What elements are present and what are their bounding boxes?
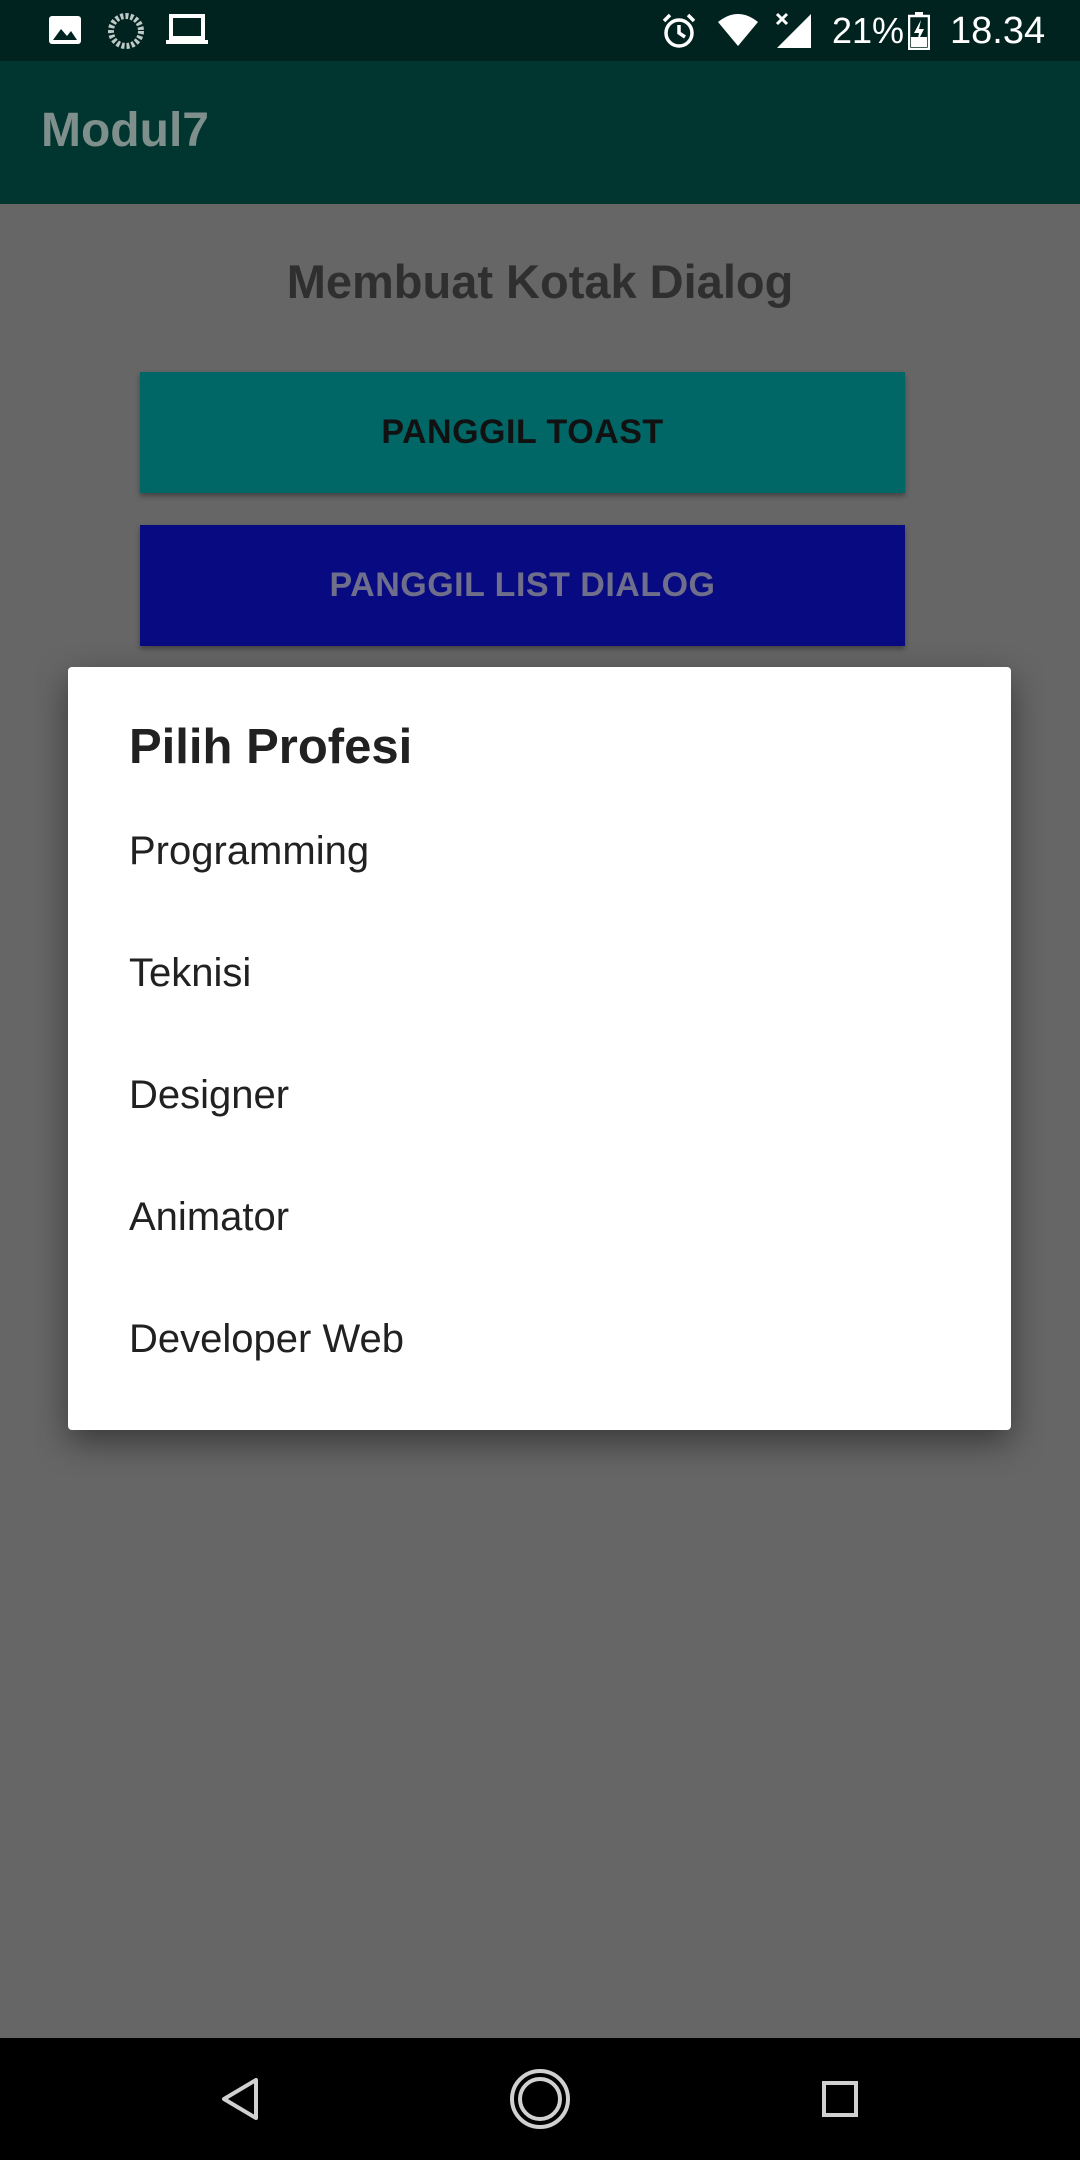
screen: 21% 18.34 Modul7 Membuat Kotak Dialog PA… <box>0 0 1080 2160</box>
status-bar: 21% 18.34 <box>0 0 1080 61</box>
recents-icon[interactable] <box>821 2080 859 2123</box>
call-list-dialog-button[interactable]: PANGGIL LIST DIALOG <box>140 525 905 646</box>
dialog-item-developer-web[interactable]: Developer Web <box>68 1278 1011 1400</box>
dialog-item-designer[interactable]: Designer <box>68 1034 1011 1156</box>
image-icon <box>47 12 83 53</box>
navigation-bar <box>0 2038 1080 2160</box>
loading-icon <box>107 12 145 55</box>
battery-charging-icon <box>907 12 931 55</box>
battery-percent: 21% <box>832 10 905 51</box>
signal-icon <box>773 12 813 55</box>
laptop-icon <box>165 12 209 53</box>
dialog-item-programming[interactable]: Programming <box>68 790 1011 912</box>
page-heading: Membuat Kotak Dialog <box>286 255 794 308</box>
clock: 18.34 <box>950 10 1046 52</box>
dialog-item-teknisi[interactable]: Teknisi <box>68 912 1011 1034</box>
profession-dialog: Pilih Profesi Programming Teknisi Design… <box>68 667 1011 1430</box>
wifi-icon <box>716 12 760 53</box>
back-icon[interactable] <box>218 2076 262 2127</box>
home-icon[interactable] <box>509 2068 571 2135</box>
app-bar: Modul7 <box>0 61 1080 204</box>
app-title: Modul7 <box>41 104 209 157</box>
alarm-icon <box>660 12 698 55</box>
dialog-title: Pilih Profesi <box>129 720 413 774</box>
call-toast-button[interactable]: PANGGIL TOAST <box>140 372 905 493</box>
dialog-list: Programming Teknisi Designer Animator De… <box>68 790 1011 1400</box>
dialog-item-animator[interactable]: Animator <box>68 1156 1011 1278</box>
